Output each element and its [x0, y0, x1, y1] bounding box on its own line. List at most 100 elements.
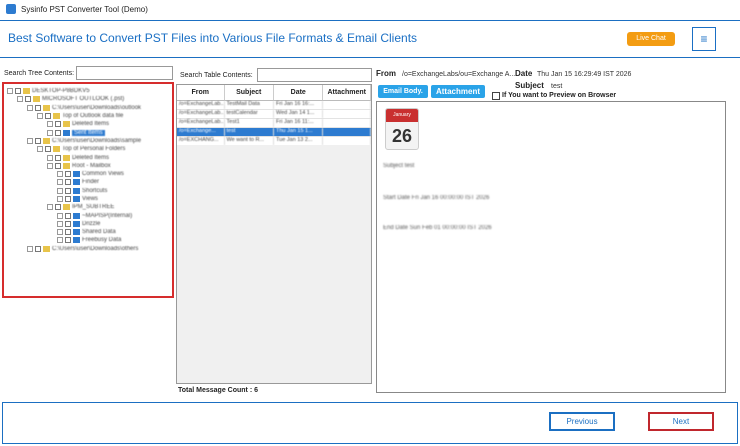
tree-node[interactable]: C:\Users\user\Downloads\others: [7, 245, 172, 253]
calendar-day: 26: [391, 126, 413, 146]
tree-node[interactable]: Root - Mailbox: [7, 162, 172, 170]
tree-search-input[interactable]: [76, 66, 173, 80]
tree-node[interactable]: Shared Data: [7, 228, 172, 236]
previous-button[interactable]: Previous: [549, 412, 615, 431]
tree-node[interactable]: ~MAPISP(Internal): [7, 211, 172, 219]
table-row[interactable]: /o=ExchangeLab... TestMail Data Fri Jan 16…: [177, 101, 371, 110]
window-title: Sysinfo PST Converter Tool (Demo): [21, 4, 148, 14]
tree-checkbox[interactable]: [35, 137, 41, 144]
email-body-tab[interactable]: Email Body.: [378, 85, 428, 98]
tree-node[interactable]: Common Views: [7, 170, 172, 178]
tree-node-label: Drizzle: [82, 220, 101, 227]
tree-checkbox[interactable]: [15, 88, 21, 95]
tree-node[interactable]: Freebusy Data: [7, 236, 172, 244]
table-cell-date: Fri Jan 16 16:...: [274, 101, 324, 109]
tree-checkbox[interactable]: [65, 220, 71, 227]
table-row[interactable]: /o=ExchangeLab... testCalendar Wed Jan 14 …: [177, 110, 371, 119]
tree-node[interactable]: Deleted Items: [7, 120, 172, 128]
table-cell-subject: Test1: [225, 119, 274, 127]
column-header[interactable]: Subject: [225, 85, 274, 100]
next-button[interactable]: Next: [648, 412, 714, 431]
tree-checkbox[interactable]: [55, 154, 61, 161]
tree-checkbox[interactable]: [65, 179, 71, 186]
tree-node[interactable]: Shortcuts: [7, 187, 172, 195]
preview-browser-checkbox[interactable]: [492, 92, 500, 100]
expand-toggle-icon[interactable]: [37, 113, 43, 120]
expand-toggle-icon[interactable]: [47, 154, 53, 161]
tree-checkbox[interactable]: [55, 162, 61, 169]
subject-label: Subject: [515, 81, 544, 90]
tree-node[interactable]: Finder: [7, 178, 172, 186]
title-bar: Sysinfo PST Converter Tool (Demo): [0, 0, 740, 18]
tree-checkbox[interactable]: [65, 237, 71, 244]
expand-toggle-icon[interactable]: [57, 229, 63, 236]
tree-checkbox[interactable]: [65, 229, 71, 236]
tree-checkbox[interactable]: [65, 212, 71, 219]
calendar-icon: January 26: [385, 108, 419, 150]
expand-toggle-icon[interactable]: [27, 245, 33, 252]
tree-node[interactable]: Top of Outlook data file: [7, 112, 172, 120]
tree-checkbox[interactable]: [35, 104, 41, 111]
expand-toggle-icon[interactable]: [27, 137, 33, 144]
calendar-month: January: [386, 109, 418, 122]
tree-node[interactable]: Top of Personal Folders: [7, 145, 172, 153]
expand-toggle-icon[interactable]: [57, 196, 63, 202]
tree-checkbox[interactable]: [65, 171, 71, 178]
tree-node[interactable]: Sent Items: [7, 128, 172, 136]
tree-checkbox[interactable]: [65, 187, 71, 194]
expand-toggle-icon[interactable]: [47, 121, 53, 128]
folder-icon: [73, 196, 80, 202]
tree-node[interactable]: MICROSOFT OUTLOOK (.pst): [7, 95, 172, 103]
date-label: Date: [515, 69, 533, 78]
tree-node-label: Root - Mailbox: [72, 162, 111, 169]
table-cell-attachment: [323, 101, 371, 109]
tree-checkbox[interactable]: [65, 196, 71, 202]
tree-node-label: Common Views: [82, 171, 124, 178]
tree-node[interactable]: Drizzle: [7, 220, 172, 228]
tree-checkbox[interactable]: [55, 204, 61, 211]
tree-node[interactable]: DESKTOP-P8BDKV5: [7, 87, 172, 95]
tree-node[interactable]: Views: [7, 195, 172, 203]
tree-checkbox[interactable]: [45, 146, 51, 153]
live-chat-button[interactable]: Live Chat: [627, 32, 675, 46]
table-cell-attachment: [323, 119, 371, 127]
table-row[interactable]: /o=Exchange... test Thu Jan 15 1...: [177, 128, 371, 137]
tree-checkbox[interactable]: [25, 96, 31, 103]
column-header[interactable]: Date: [274, 85, 324, 100]
table-row[interactable]: /o=ExchangeLab... Test1 Fri Jan 16 11:...: [177, 119, 371, 128]
tree-checkbox[interactable]: [35, 245, 41, 252]
folder-icon: [73, 171, 80, 178]
tree-node[interactable]: IPM_SUBTREE: [7, 203, 172, 211]
expand-toggle-icon[interactable]: [17, 96, 23, 103]
expand-toggle-icon[interactable]: [47, 162, 53, 169]
tree-node-label: Deleted Items: [72, 154, 110, 161]
folder-icon: [73, 212, 80, 219]
expand-toggle-icon[interactable]: [7, 88, 13, 95]
expand-toggle-icon[interactable]: [57, 212, 63, 219]
table-cell-from: /o=EXCHANG...: [177, 137, 225, 145]
folder-icon: [53, 113, 60, 120]
expand-toggle-icon[interactable]: [57, 220, 63, 227]
column-header[interactable]: Attachment: [323, 85, 371, 100]
tree-node[interactable]: C:\Users\user\Downloads\sample: [7, 137, 172, 145]
expand-toggle-icon[interactable]: [57, 171, 63, 178]
preview-subject: Subject test: [383, 163, 415, 169]
tree-node[interactable]: C:\Users\user\Downloads\outlook: [7, 104, 172, 112]
tree-checkbox[interactable]: [55, 129, 61, 136]
column-header[interactable]: From: [177, 85, 225, 100]
tree-node[interactable]: Deleted Items: [7, 153, 172, 161]
attachment-tab[interactable]: Attachment: [431, 85, 485, 98]
tree-checkbox[interactable]: [45, 113, 51, 120]
table-search-input[interactable]: [257, 68, 372, 82]
brand-tagline: Best Software to Convert PST Files into …: [8, 31, 418, 45]
expand-toggle-icon[interactable]: [57, 187, 63, 194]
expand-toggle-icon[interactable]: [57, 179, 63, 186]
hamburger-menu-button[interactable]: ≡: [692, 27, 716, 51]
preview-end-date: End Date Sun Feb 01 00:00:00 IST 2026: [383, 225, 492, 231]
tree-checkbox[interactable]: [55, 121, 61, 128]
expand-toggle-icon[interactable]: [47, 129, 53, 136]
expand-toggle-icon[interactable]: [57, 237, 63, 244]
expand-toggle-icon[interactable]: [27, 104, 33, 111]
expand-toggle-icon[interactable]: [47, 204, 53, 211]
expand-toggle-icon[interactable]: [37, 146, 43, 153]
